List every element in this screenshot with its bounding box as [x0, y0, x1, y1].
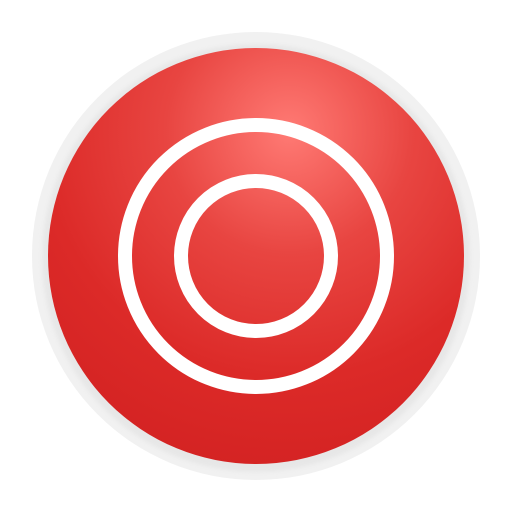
- app-icon-canvas: [0, 0, 512, 512]
- red-disc: [48, 48, 464, 464]
- target-rings-icon: [32, 32, 480, 480]
